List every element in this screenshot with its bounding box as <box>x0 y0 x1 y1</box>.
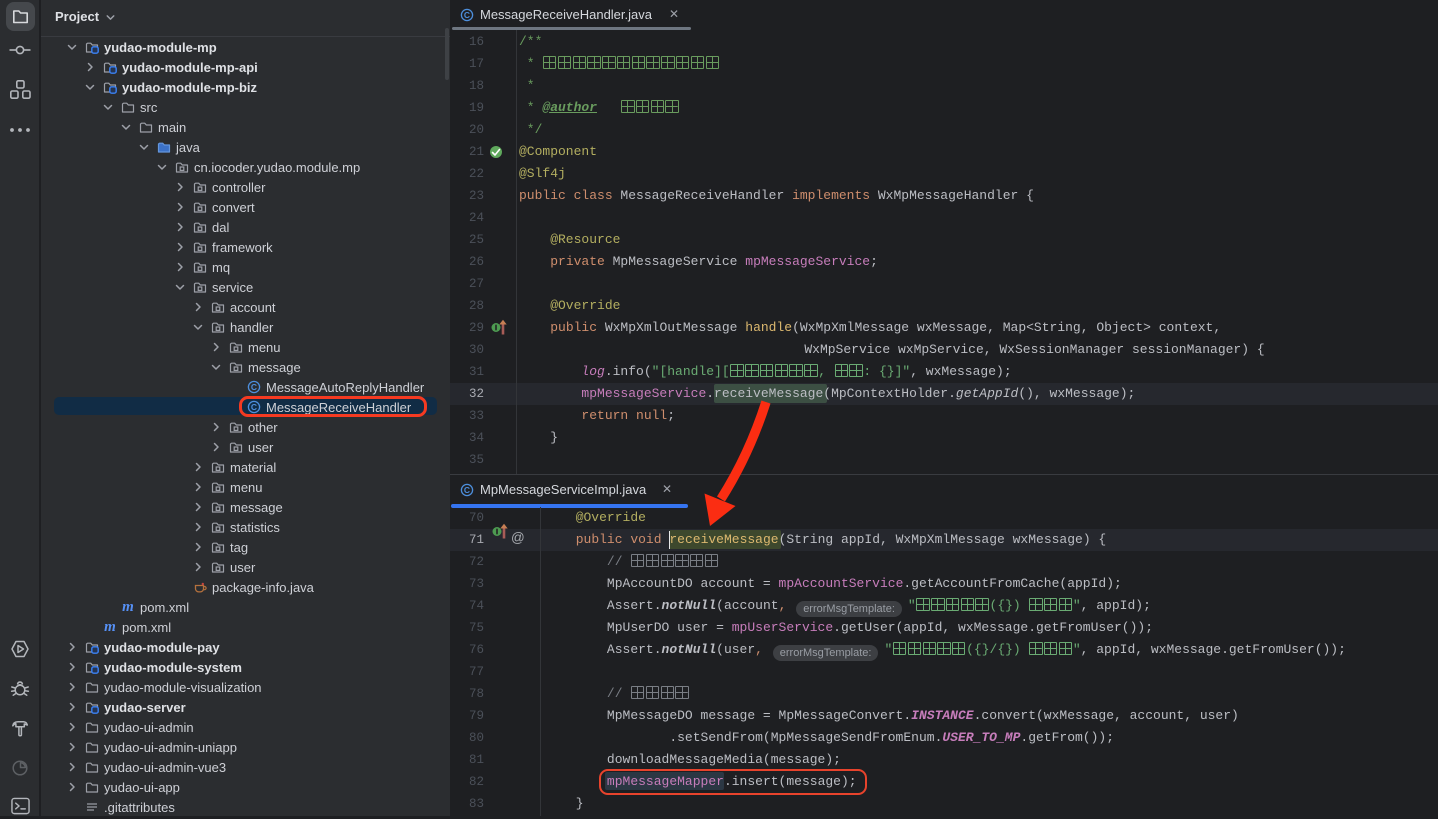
svg-text:C: C <box>464 485 470 495</box>
svg-text:C: C <box>251 382 257 392</box>
svg-text:C: C <box>464 10 470 20</box>
svg-text:m: m <box>122 600 134 614</box>
svg-text:m: m <box>104 620 116 634</box>
